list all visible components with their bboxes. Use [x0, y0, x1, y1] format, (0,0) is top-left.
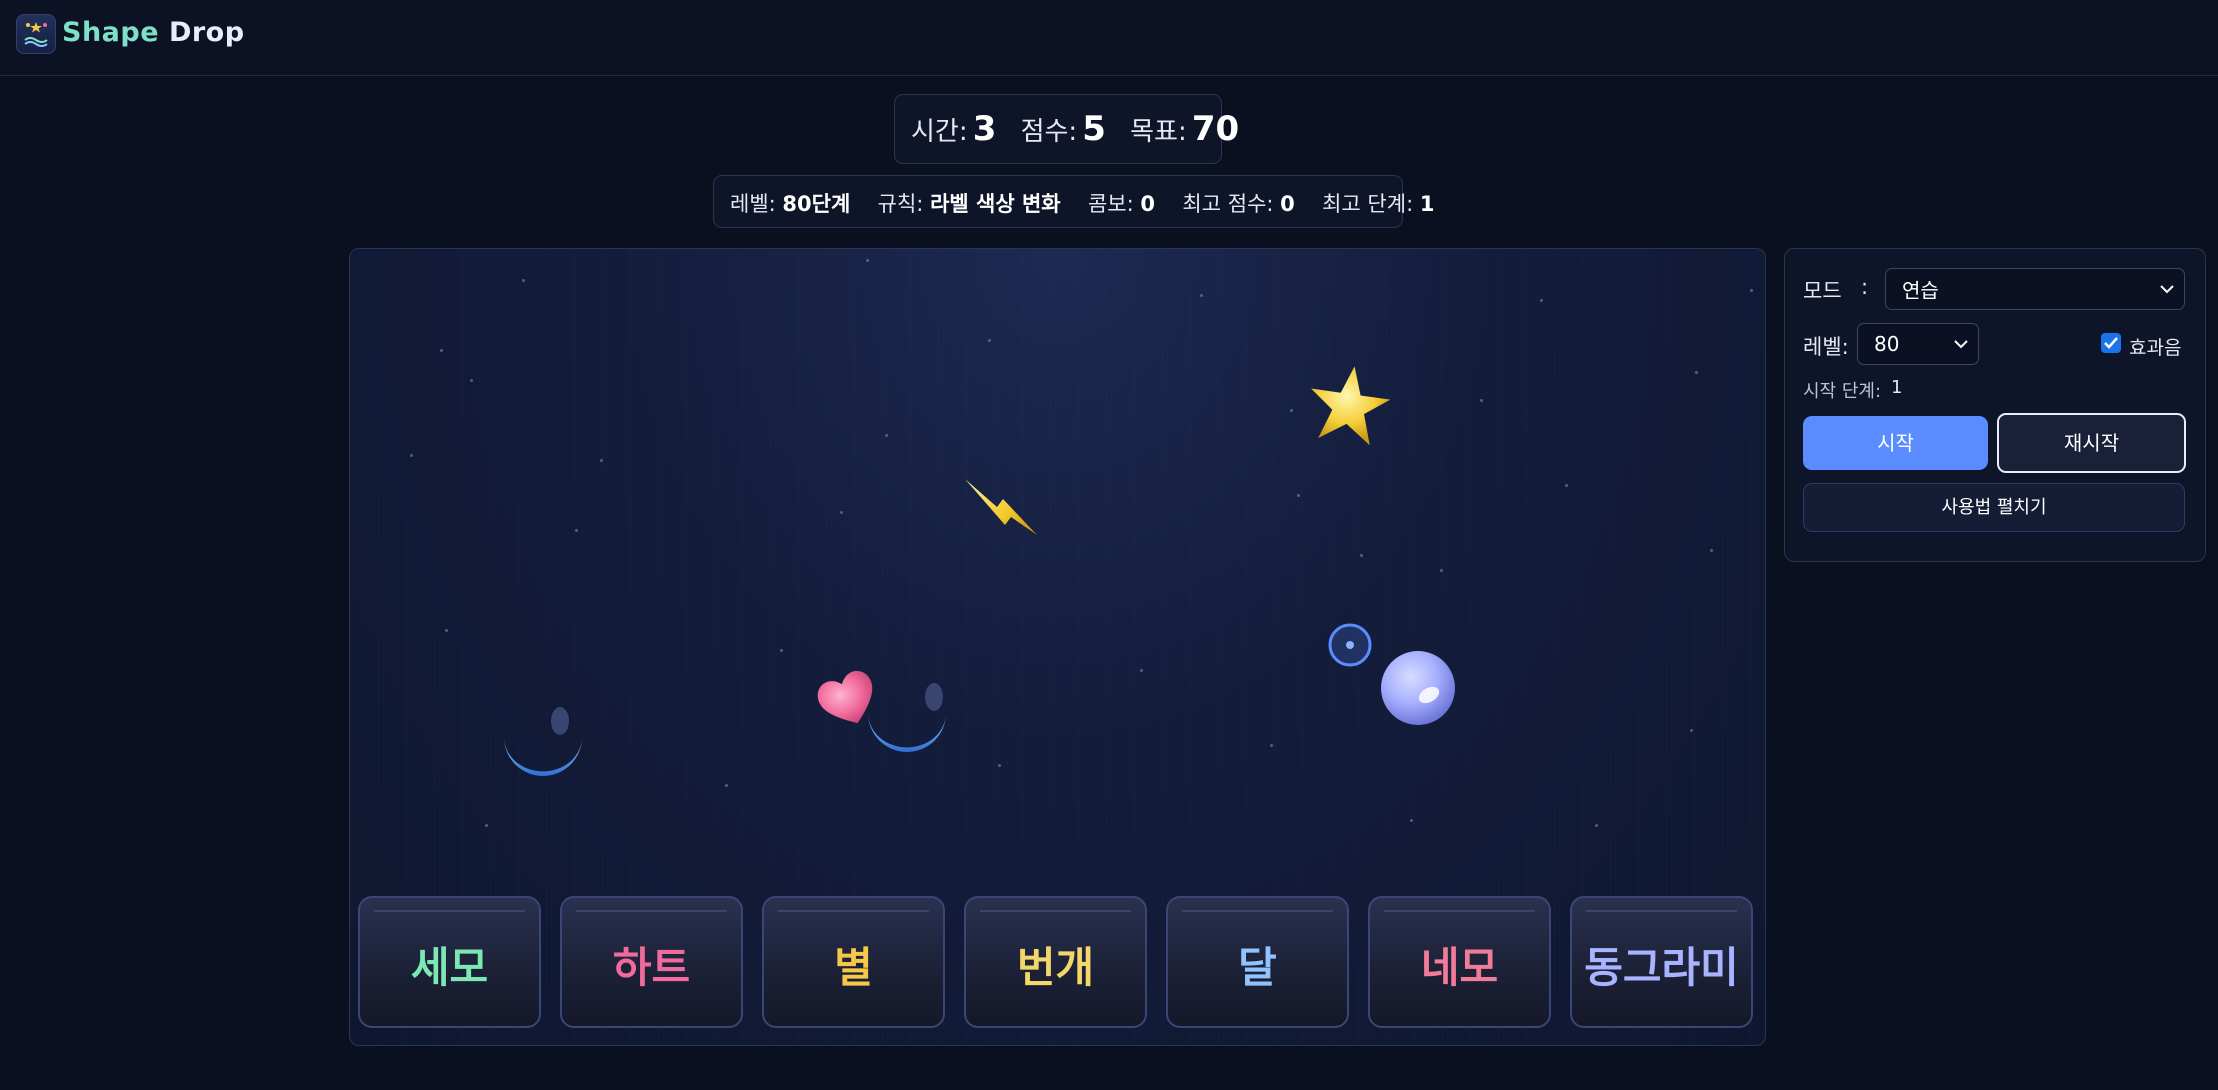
drop-slot[interactable]: 별 [762, 896, 945, 1028]
hud-info: 레벨: 80단계 규칙: 라벨 색상 변화 콤보: 0 최고 점수: 0 최고 … [713, 175, 1434, 228]
mode-label: 모드 [1803, 279, 1842, 303]
slot-label: 번개 [1016, 943, 1095, 992]
score-value: 5 [1082, 109, 1106, 149]
slot-label: 동그라미 [1584, 943, 1739, 992]
hud-main: 시간: 3 점수: 5 목표: 70 [894, 94, 1239, 164]
app-title-part1: Shape [62, 17, 160, 48]
rule-label: 규칙: [877, 192, 924, 216]
restart-button[interactable]: 재시작 [1997, 413, 2186, 473]
best-level-label: 최고 단계: [1322, 192, 1414, 216]
score-label: 점수: [1020, 117, 1078, 147]
mode-colon: : [1861, 275, 1869, 299]
check-icon [2104, 337, 2118, 349]
moon-shape[interactable] [498, 707, 588, 787]
chevron-down-icon [2160, 285, 2174, 294]
top-bar: Shape Drop [0, 0, 2218, 76]
chevron-down-icon [1954, 340, 1968, 349]
best-score-label: 최고 점수: [1182, 192, 1274, 216]
level-select[interactable]: 80 [1857, 323, 1979, 365]
time-label: 시간: [911, 117, 968, 147]
goal-label: 목표: [1130, 117, 1187, 147]
drop-slot[interactable]: 하트 [560, 896, 743, 1028]
slot-label: 별 [834, 943, 873, 992]
logo-icon [16, 14, 56, 54]
cursor-target-icon [1328, 623, 1372, 667]
mode-select-value: 연습 [1902, 278, 1939, 303]
slot-label: 세모 [410, 943, 489, 992]
lightning-shape[interactable] [963, 477, 1043, 549]
slot-label: 네모 [1420, 943, 1499, 992]
mode-select[interactable]: 연습 [1885, 268, 2185, 310]
slot-label: 하트 [612, 943, 691, 992]
drop-slot[interactable]: 동그라미 [1570, 896, 1753, 1028]
sfx-label: 효과음 [2129, 337, 2182, 359]
level-info-value: 80단계 [782, 192, 851, 216]
game-stage[interactable]: 세모 하트 별 번개 달 네모 동그라미 [349, 248, 1766, 1046]
moon-shape-2[interactable] [862, 681, 952, 761]
best-level-value: 1 [1419, 192, 1435, 216]
slot-label: 달 [1238, 943, 1277, 992]
goal-value: 70 [1191, 109, 1240, 149]
start-level-value: 1 [1891, 377, 1903, 398]
level-label: 레벨: [1803, 335, 1849, 359]
sfx-checkbox[interactable] [2101, 333, 2121, 353]
star-shape[interactable] [1305, 362, 1393, 450]
time-value: 3 [972, 109, 997, 149]
combo-label: 콤보: [1087, 192, 1134, 216]
rule-value: 라벨 색상 변화 [930, 192, 1061, 216]
control-panel: 모드 : 연습 레벨: 80 효과음 시작 단계: 1 시작 재시작 사용법 펼… [1784, 248, 2206, 562]
drop-slot[interactable]: 세모 [358, 896, 541, 1028]
app-title: Shape Drop [62, 17, 245, 48]
level-info-label: 레벨: [730, 192, 776, 216]
help-toggle-button[interactable]: 사용법 펼치기 [1803, 483, 2185, 532]
start-button[interactable]: 시작 [1803, 416, 1988, 470]
level-select-value: 80 [1874, 332, 1900, 356]
circle-shape[interactable] [1379, 649, 1457, 727]
start-level-label: 시작 단계: [1803, 381, 1882, 402]
drop-slot[interactable]: 달 [1166, 896, 1349, 1028]
drop-slot[interactable]: 네모 [1368, 896, 1551, 1028]
drop-slot[interactable]: 번개 [964, 896, 1147, 1028]
app-title-part2: Drop [168, 17, 245, 48]
best-score-value: 0 [1280, 192, 1295, 216]
combo-value: 0 [1140, 192, 1156, 216]
